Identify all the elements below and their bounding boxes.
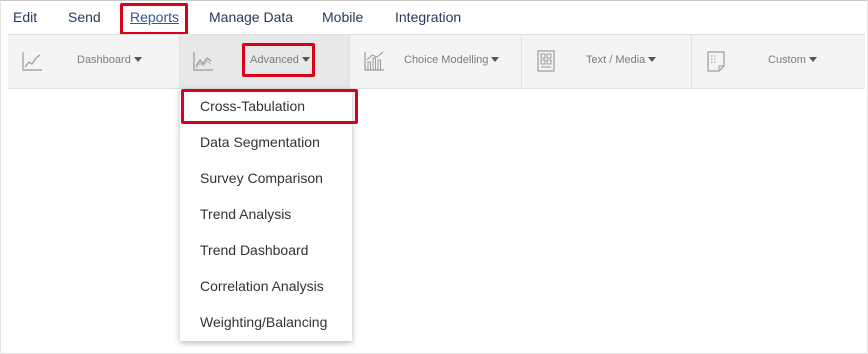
toolbar-advanced-dropdown[interactable]: Advanced <box>250 54 310 66</box>
dropdown-item-trend-dashboard[interactable]: Trend Dashboard <box>200 242 308 258</box>
line-chart-icon <box>22 52 42 71</box>
caret-down-icon <box>648 57 657 62</box>
dropdown-item-cross-tabulation[interactable]: Cross-Tabulation <box>200 98 305 114</box>
document-grid-icon <box>537 50 555 72</box>
menu-edit[interactable]: Edit <box>13 9 37 25</box>
toolbar-advanced-label: Advanced <box>250 54 299 66</box>
reports-toolbar: Dashboard Advanced Choice Modelling Text… <box>8 34 865 89</box>
toolbar-choice-modelling-dropdown[interactable]: Choice Modelling <box>404 54 500 66</box>
toolbar-group-advanced[interactable]: Advanced <box>180 35 350 88</box>
caret-down-icon <box>133 57 142 62</box>
toolbar-text-media-label: Text / Media <box>586 54 646 66</box>
menu-integration[interactable]: Integration <box>395 9 461 25</box>
caret-down-icon <box>301 57 310 62</box>
toolbar-group-choice-modelling[interactable]: Choice Modelling <box>350 35 522 88</box>
toolbar-dashboard-dropdown[interactable]: Dashboard <box>77 54 142 66</box>
menu-reports[interactable]: Reports <box>130 9 179 25</box>
dropdown-item-survey-comparison[interactable]: Survey Comparison <box>200 170 323 186</box>
caret-down-icon <box>808 57 817 62</box>
bar-line-chart-icon <box>364 51 384 71</box>
menu-mobile[interactable]: Mobile <box>322 9 363 25</box>
trend-chart-icon <box>193 52 213 71</box>
toolbar-group-custom[interactable]: Custom <box>692 35 865 88</box>
toolbar-custom-label: Custom <box>768 54 806 66</box>
toolbar-text-media-dropdown[interactable]: Text / Media <box>586 54 657 66</box>
dropdown-item-trend-analysis[interactable]: Trend Analysis <box>200 206 291 222</box>
custom-report-icon <box>707 51 725 72</box>
menu-send[interactable]: Send <box>68 9 101 25</box>
menu-manage-data[interactable]: Manage Data <box>209 9 293 25</box>
toolbar-group-text-media[interactable]: Text / Media <box>522 35 692 88</box>
advanced-dropdown-menu: Cross-Tabulation Data Segmentation Surve… <box>180 89 352 341</box>
caret-down-icon <box>491 57 500 62</box>
dropdown-item-data-segmentation[interactable]: Data Segmentation <box>200 134 320 150</box>
toolbar-choice-modelling-label: Choice Modelling <box>404 54 489 66</box>
toolbar-custom-dropdown[interactable]: Custom <box>768 54 817 66</box>
dropdown-item-correlation-analysis[interactable]: Correlation Analysis <box>200 278 324 294</box>
toolbar-dashboard-label: Dashboard <box>77 54 131 66</box>
top-menu-bar: Edit Send Reports Manage Data Mobile Int… <box>0 0 868 34</box>
dropdown-item-weighting-balancing[interactable]: Weighting/Balancing <box>200 314 327 330</box>
toolbar-group-dashboard[interactable]: Dashboard <box>8 35 180 88</box>
